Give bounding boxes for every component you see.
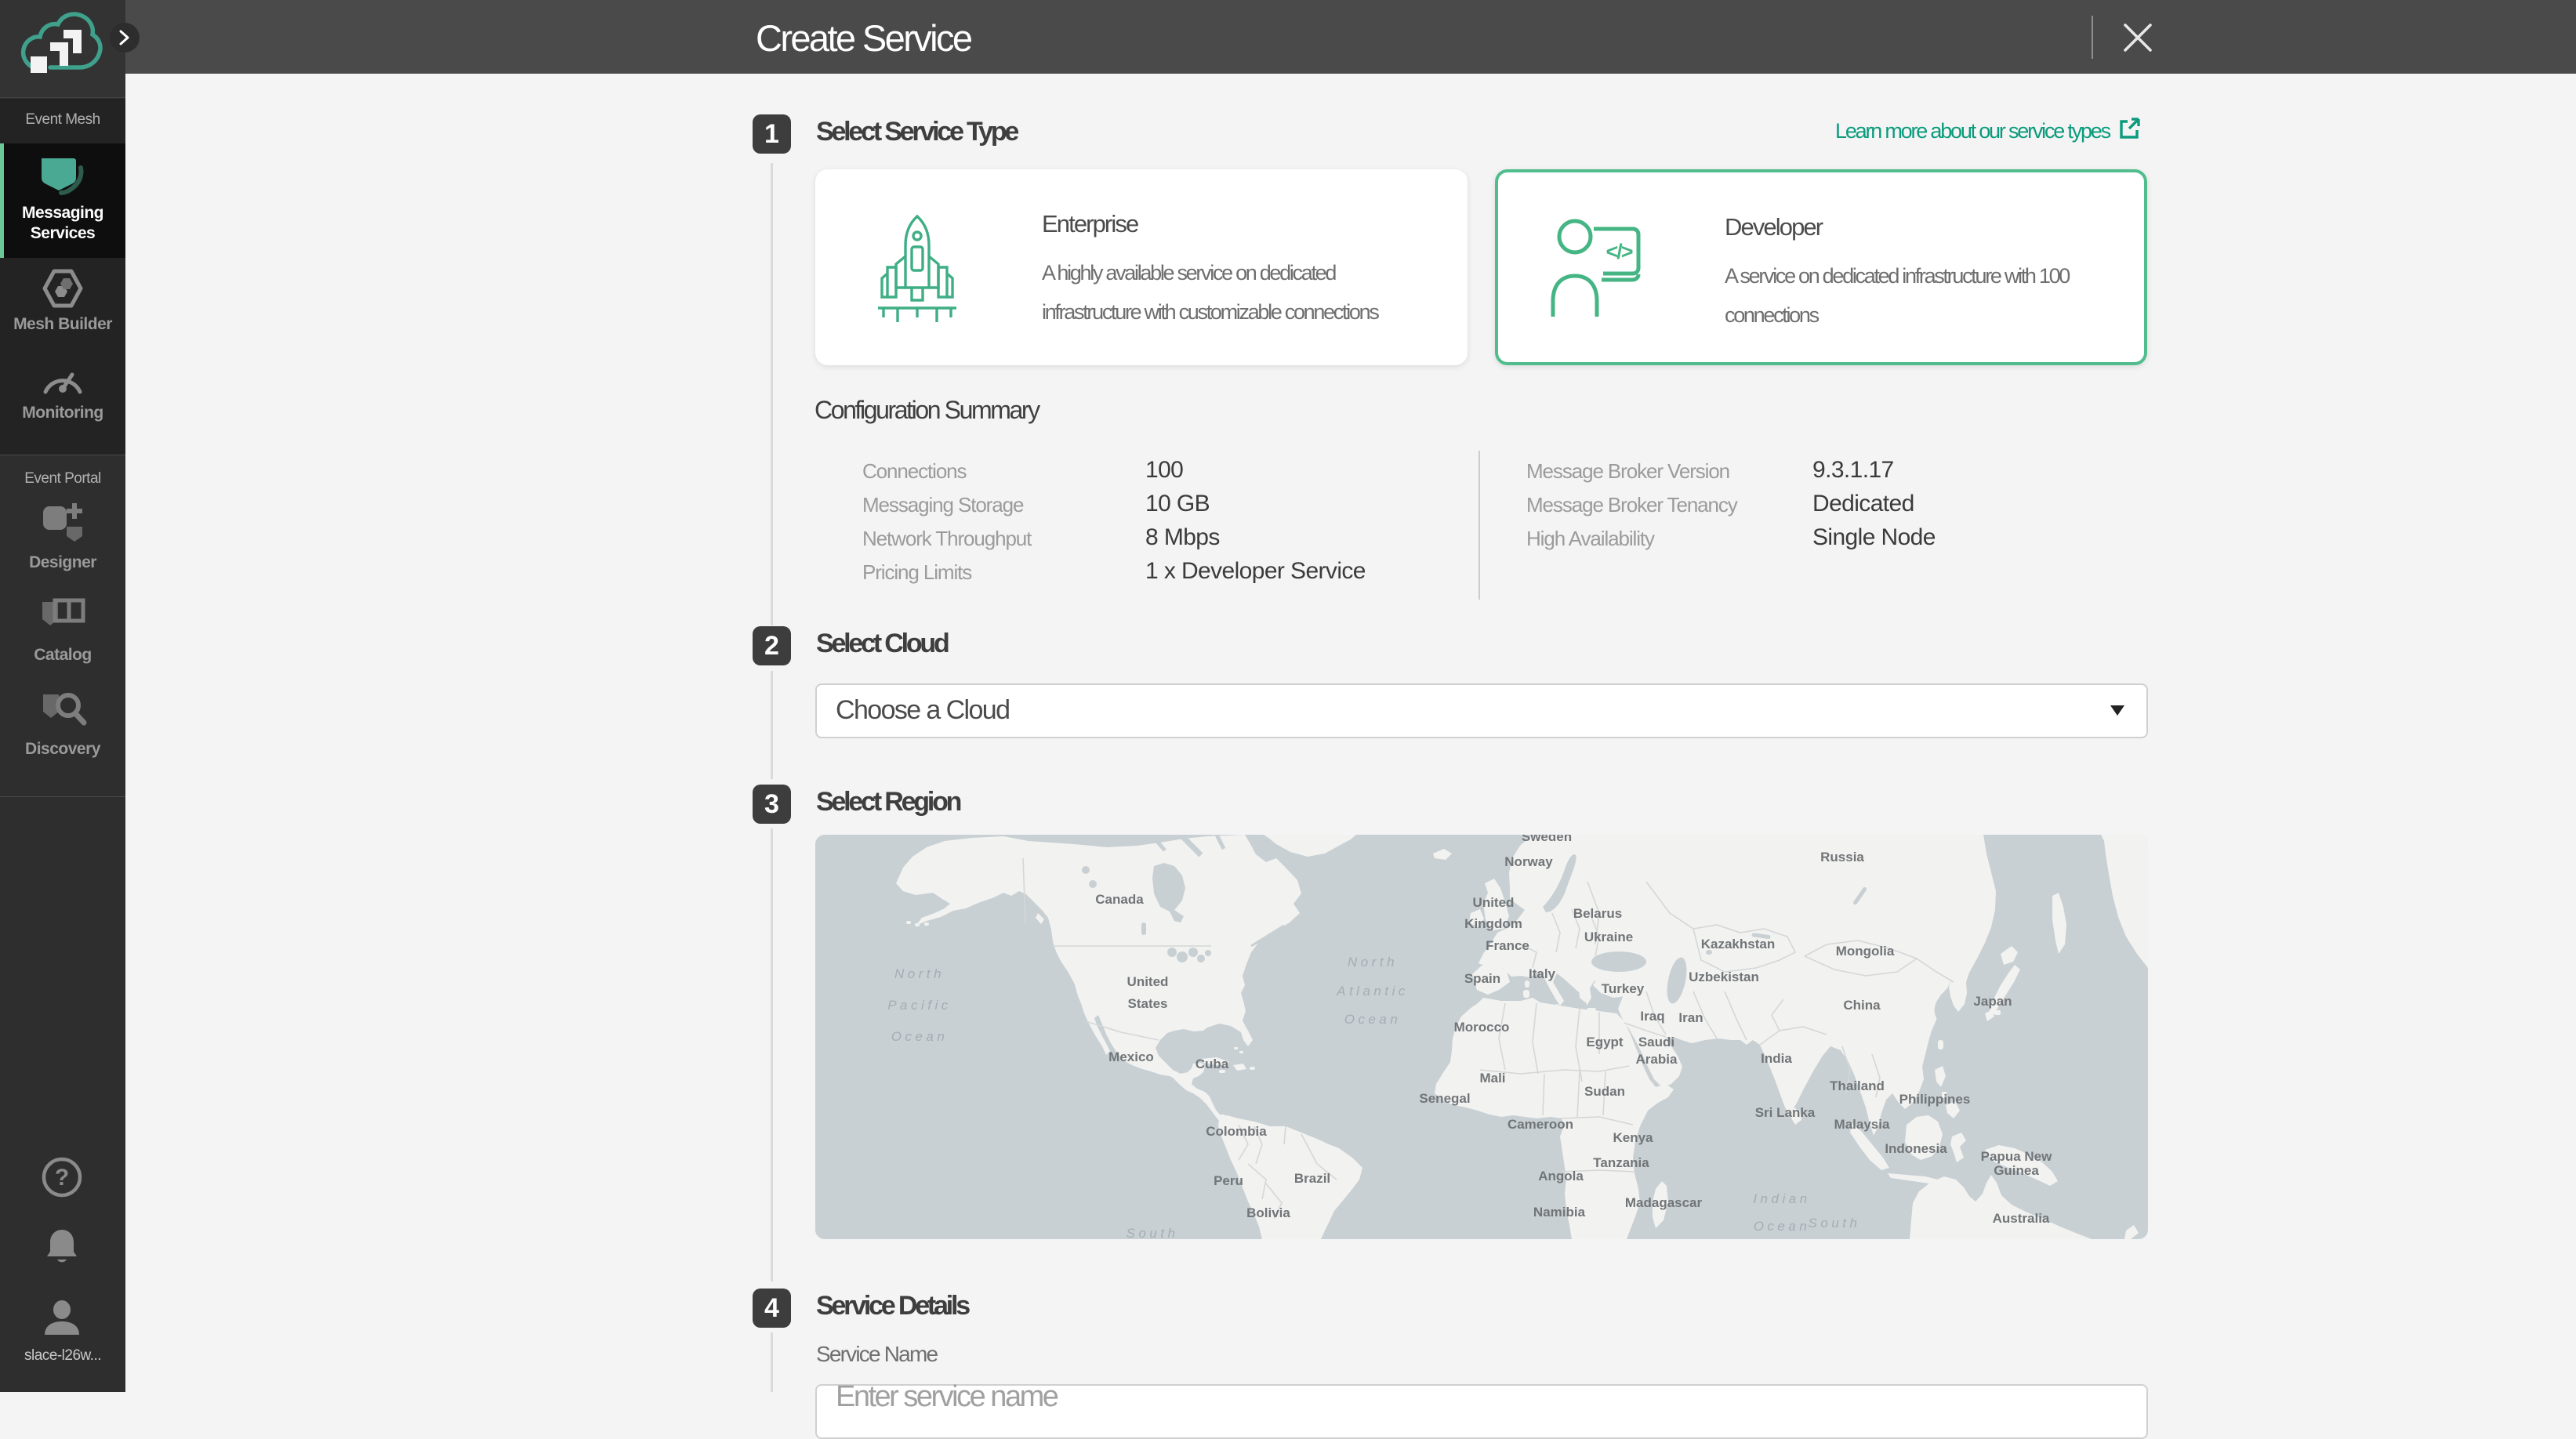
svg-text:Thailand: Thailand <box>1830 1078 1885 1093</box>
svg-text:Angola: Angola <box>1538 1169 1584 1183</box>
svg-text:Kazakhstan: Kazakhstan <box>1701 937 1775 951</box>
svg-text:Madagascar: Madagascar <box>1625 1195 1703 1210</box>
svg-text:United: United <box>1127 974 1169 989</box>
svg-text:Ocean: Ocean <box>1344 1012 1402 1027</box>
svg-text:Indian: Indian <box>1753 1191 1810 1206</box>
svg-text:Mexico: Mexico <box>1108 1049 1154 1064</box>
svg-text:Japan: Japan <box>1973 994 2012 1009</box>
svg-text:France: France <box>1486 938 1529 953</box>
svg-text:Sri Lanka: Sri Lanka <box>1755 1105 1816 1120</box>
svg-text:Mali: Mali <box>1479 1071 1505 1086</box>
svg-text:Spain: Spain <box>1464 971 1500 986</box>
svg-text:Sweden: Sweden <box>1522 835 1572 844</box>
svg-text:Philippines: Philippines <box>1899 1092 1971 1107</box>
svg-text:Papua New: Papua New <box>1981 1149 2052 1164</box>
svg-text:Italy: Italy <box>1529 966 1556 981</box>
svg-text:Kenya: Kenya <box>1613 1130 1653 1145</box>
svg-text:Namibia: Namibia <box>1533 1205 1586 1220</box>
svg-text:</>: </> <box>1605 240 1632 263</box>
svg-text:Saudi: Saudi <box>1638 1035 1674 1049</box>
svg-text:Peru: Peru <box>1214 1173 1243 1188</box>
svg-text:Guinea: Guinea <box>1994 1163 2039 1178</box>
svg-text:Iran: Iran <box>1678 1010 1703 1025</box>
svg-text:South: South <box>1127 1226 1179 1239</box>
svg-text:States: States <box>1127 996 1167 1011</box>
svg-text:Uzbekistan: Uzbekistan <box>1689 970 1759 984</box>
svg-text:Ukraine: Ukraine <box>1584 930 1633 944</box>
svg-text:Ocean: Ocean <box>1754 1219 1811 1234</box>
svg-text:Indonesia: Indonesia <box>1885 1141 1947 1156</box>
svg-text:Colombia: Colombia <box>1206 1124 1267 1139</box>
svg-text:Brazil: Brazil <box>1294 1171 1330 1186</box>
svg-text:Senegal: Senegal <box>1419 1091 1470 1106</box>
svg-text:Pacific: Pacific <box>887 998 952 1013</box>
svg-text:Canada: Canada <box>1095 892 1144 907</box>
svg-text:Arabia: Arabia <box>1636 1052 1678 1067</box>
svg-text:China: China <box>1843 998 1881 1013</box>
svg-text:?: ? <box>55 1165 69 1191</box>
svg-text:Iraq: Iraq <box>1640 1009 1664 1024</box>
svg-text:Kingdom: Kingdom <box>1464 916 1522 931</box>
svg-text:Norway: Norway <box>1504 854 1553 869</box>
svg-text:Egypt: Egypt <box>1586 1035 1624 1049</box>
svg-text:United: United <box>1473 895 1515 910</box>
svg-text:North: North <box>894 966 945 981</box>
svg-text:Bolivia: Bolivia <box>1246 1205 1290 1220</box>
svg-text:Russia: Russia <box>1820 850 1864 864</box>
svg-text:Cuba: Cuba <box>1195 1057 1229 1071</box>
svg-text:Belarus: Belarus <box>1573 906 1622 921</box>
svg-text:Turkey: Turkey <box>1602 981 1645 996</box>
svg-text:Tanzania: Tanzania <box>1593 1155 1649 1170</box>
svg-text:Cameroon: Cameroon <box>1508 1117 1573 1132</box>
svg-text:India: India <box>1761 1051 1792 1066</box>
svg-text:Sudan: Sudan <box>1584 1084 1625 1099</box>
svg-text:Australia: Australia <box>1993 1211 2050 1226</box>
svg-text:North: North <box>1348 955 1398 970</box>
svg-text:Malaysia: Malaysia <box>1834 1117 1890 1132</box>
svg-text:Mongolia: Mongolia <box>1836 944 1895 959</box>
svg-text:Morocco: Morocco <box>1454 1020 1510 1035</box>
svg-text:Ocean: Ocean <box>891 1029 949 1044</box>
svg-text:Atlantic: Atlantic <box>1336 984 1409 999</box>
svg-text:South: South <box>1809 1216 1861 1231</box>
